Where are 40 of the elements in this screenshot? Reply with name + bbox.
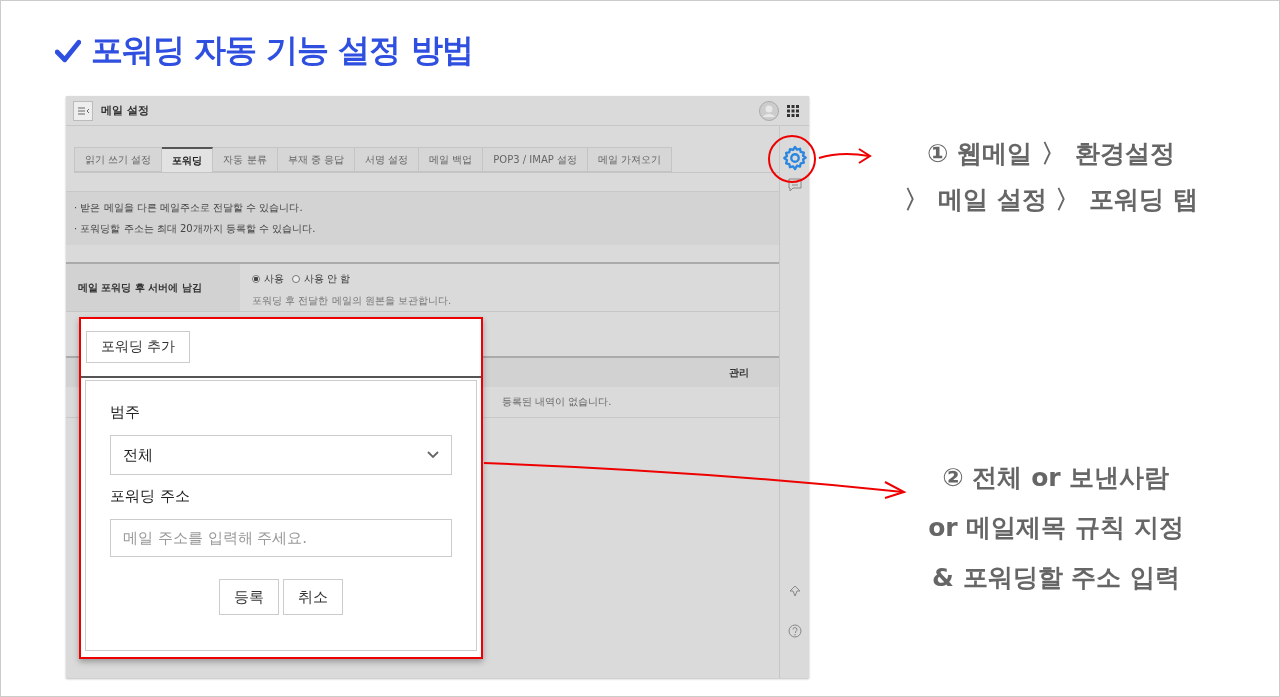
check-icon xyxy=(55,38,81,64)
avatar-icon[interactable] xyxy=(759,100,779,121)
field-label: 포워딩 주소 xyxy=(110,487,191,506)
help-icon[interactable] xyxy=(787,624,802,638)
callout-text: ② 전체 or 보낸사람 or 메일제목 규칙 지정 & 포워딩할 주소 입력 xyxy=(927,462,1185,594)
notice-text: · 받은 메일을 다른 메일주소로 전달할 수 있습니다. xyxy=(74,201,304,215)
notice-text: · 포워딩할 주소는 최대 20개까지 등록할 수 있습니다. xyxy=(74,222,317,236)
window-title: 메일 설정 xyxy=(101,103,149,118)
slide-title: 포워딩 자동 기능 설정 방법 xyxy=(91,30,473,71)
menu-icon[interactable] xyxy=(73,100,93,121)
radio-label: 사용 xyxy=(264,272,284,286)
column-header: 관리 xyxy=(729,365,749,380)
radio-button[interactable] xyxy=(252,275,260,283)
tab[interactable]: 읽기 쓰기 설정 xyxy=(74,147,163,172)
address-field[interactable]: 메일 주소를 입력해 주세요. xyxy=(110,519,452,557)
chevron-down-icon xyxy=(427,451,439,459)
field-label: 범주 xyxy=(110,403,141,422)
tab[interactable]: 메일 백업 xyxy=(419,147,484,172)
category-dropdown[interactable]: 전체 xyxy=(110,435,452,475)
chat-icon[interactable] xyxy=(787,178,802,192)
radio-button[interactable] xyxy=(292,275,300,283)
settings-icon[interactable] xyxy=(780,144,809,172)
radio-label: 사용 안 함 xyxy=(304,272,351,286)
tab[interactable]: 자동 분류 xyxy=(213,147,278,172)
add-forwarding-button[interactable]: 포워딩 추가 xyxy=(86,331,191,363)
dialog-button[interactable]: 취소 xyxy=(283,579,343,615)
tab[interactable]: 메일 가져오기 xyxy=(587,147,673,172)
empty-message: 등록된 내역이 없습니다. xyxy=(502,395,612,409)
tab[interactable]: POP3 / IMAP 설정 xyxy=(483,147,588,172)
apps-grid-icon[interactable] xyxy=(787,104,799,117)
tab[interactable]: 부재 중 응답 xyxy=(277,147,355,172)
highlight-circle xyxy=(768,135,816,183)
callout-text: ① 웹메일 〉 환경설정 〉 메일 설정 〉 포워딩 탭 xyxy=(903,138,1199,216)
setting-hint: 포워딩 후 전달한 메일의 원본을 보관합니다. xyxy=(252,294,452,308)
pin-icon[interactable] xyxy=(787,584,802,598)
arrow xyxy=(818,148,872,164)
tab[interactable]: 포워딩 xyxy=(162,147,214,172)
dialog-button[interactable]: 등록 xyxy=(219,579,279,615)
tab[interactable]: 서명 설정 xyxy=(354,147,420,172)
setting-label: 메일 포워딩 후 서버에 남김 xyxy=(66,264,240,311)
